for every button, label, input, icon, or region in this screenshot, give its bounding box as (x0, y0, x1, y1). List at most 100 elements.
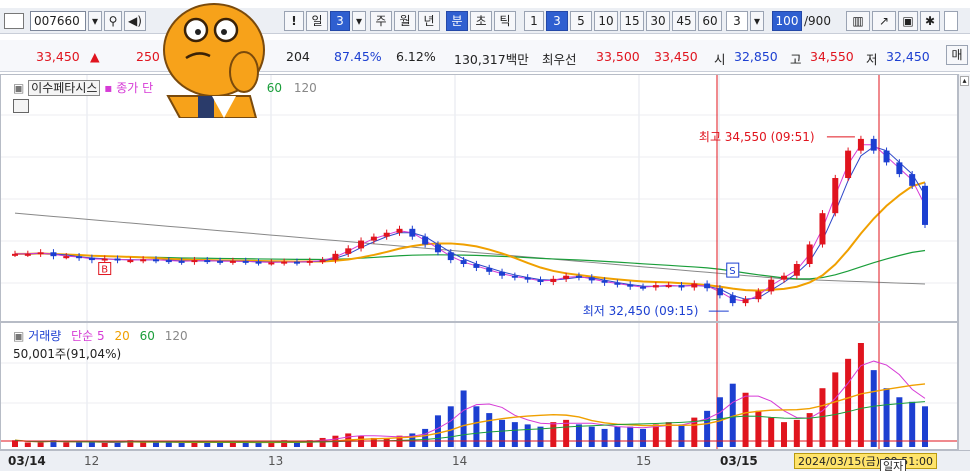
candle-body (781, 275, 788, 280)
volume-bar (742, 392, 749, 447)
volume-bar (191, 442, 198, 447)
candle-body (883, 150, 890, 163)
count-max-label: /900 (804, 14, 831, 28)
candle-body (268, 262, 275, 265)
volume-bar (434, 415, 441, 447)
volume-bar (101, 442, 108, 447)
volume-bar (140, 442, 147, 447)
code-dropdown-icon[interactable]: ▾ (88, 11, 102, 31)
candle-body (434, 244, 441, 253)
candle-body (345, 248, 352, 254)
price-change: 250 (136, 49, 160, 64)
table-icon[interactable] (13, 99, 29, 113)
current-price: 33,450 (36, 49, 80, 64)
x-label-0315: 03/15 (720, 454, 758, 468)
period-day-button[interactable]: 일 (306, 11, 328, 31)
ma120-line (14, 212, 926, 285)
vertical-scrollbar[interactable]: ▴ (958, 74, 970, 450)
candle-body (601, 280, 608, 283)
candle-body (447, 252, 454, 261)
candle-body (575, 275, 582, 278)
candle-body (729, 295, 736, 304)
volume-bar (537, 426, 544, 447)
candle-body (870, 138, 877, 151)
volume-bar (678, 424, 685, 447)
candle-body (524, 277, 531, 280)
interval-dropdown-icon[interactable]: ▾ (750, 11, 764, 31)
volume-bar (845, 358, 852, 447)
interval-45-button[interactable]: 45 (672, 11, 696, 31)
interval-60-button[interactable]: 60 (698, 11, 722, 31)
candle-body (332, 253, 339, 261)
time-axis: 03/14 12 13 14 15 03/15 2024/03/15(금) 09… (0, 450, 970, 471)
price-chart-panel[interactable]: 최고 34,550 (09:51) 최저 32,450 (09:15) B S ▣ 이… (0, 74, 958, 322)
candle-body (537, 279, 544, 282)
candle-body (896, 162, 903, 175)
volume-bar (76, 442, 83, 447)
volume-bar (716, 397, 723, 447)
candle-body (37, 252, 44, 255)
volume-bar (575, 424, 582, 447)
interval-3-button[interactable]: 3 (546, 11, 568, 31)
candle-body (76, 256, 83, 259)
stock-code-input[interactable]: 007660 (30, 11, 86, 31)
best-ask: 33,500 (596, 49, 640, 64)
gear-icon[interactable]: ✱ (920, 11, 940, 31)
trade-button[interactable]: 매 (946, 45, 968, 65)
interval-15-button[interactable]: 15 (620, 11, 644, 31)
drawing-tool-icon[interactable]: ↗ (872, 11, 896, 31)
option-checkbox[interactable] (944, 11, 958, 31)
candle-body (229, 260, 236, 263)
price-chart-svg: 최고 34,550 (09:51) 최저 32,450 (09:15) B S (1, 75, 957, 321)
interval-10-button[interactable]: 10 (594, 11, 618, 31)
volume-bar (37, 442, 44, 447)
interval-1-button[interactable]: 1 (524, 11, 544, 31)
period-month-button[interactable]: 월 (394, 11, 416, 31)
search-icon[interactable]: ⚲ (104, 11, 122, 31)
period-year-button[interactable]: 년 (418, 11, 440, 31)
period-tick-button[interactable]: 틱 (494, 11, 516, 31)
candle-body (819, 213, 826, 245)
candle-body (293, 261, 300, 264)
volume-ma5-line (14, 360, 926, 443)
volume-bar (217, 442, 224, 447)
alert-button[interactable]: ! (284, 11, 304, 31)
period-count-select[interactable]: 3 (330, 11, 350, 31)
interval-input[interactable]: 3 (726, 11, 748, 31)
candle-body (627, 284, 634, 287)
x-label-12: 12 (84, 454, 100, 468)
indicator-icon[interactable]: ▥ (846, 11, 870, 31)
candle-body (12, 253, 18, 256)
ma120-label: 120 (293, 81, 317, 95)
volume-bar (563, 419, 570, 447)
volume-bar (499, 419, 506, 447)
candle-body (165, 260, 172, 263)
period-second-button[interactable]: 초 (470, 11, 492, 31)
candle-body (24, 253, 31, 256)
save-icon[interactable]: ▣ (898, 11, 918, 31)
volume-chart-panel[interactable]: ▣ 거래량 단순 5 20 60 120 50,001주(91,04%) (0, 322, 958, 450)
chart-window: 007660 ▾ ⚲ ◀) ! 일 3 ▾ 주 월 년 분 초 틱 1 3 5 … (0, 0, 970, 471)
trade-amount: 130,317백만 (454, 52, 529, 67)
volume-bar (422, 428, 429, 447)
candle-body (358, 240, 365, 249)
x-label-13: 13 (268, 454, 284, 468)
candle-body (678, 285, 685, 288)
volume-bar (588, 426, 595, 447)
volume-bar (178, 442, 185, 447)
period-minute-button[interactable]: 분 (446, 11, 468, 31)
volume-bar (550, 422, 557, 447)
scroll-up-icon[interactable]: ▴ (960, 76, 969, 86)
interval-5-button[interactable]: 5 (570, 11, 592, 31)
volume-bar (165, 442, 172, 447)
period-week-button[interactable]: 주 (370, 11, 392, 31)
ratio-2: 6.12% (396, 49, 436, 64)
candle-body (306, 260, 313, 263)
volume-bar (152, 442, 159, 447)
sound-icon[interactable]: ◀) (124, 11, 146, 31)
period-dropdown-icon[interactable]: ▾ (352, 11, 366, 31)
open-price: 32,850 (734, 49, 778, 64)
count-input[interactable]: 100 (772, 11, 802, 31)
interval-30-button[interactable]: 30 (646, 11, 670, 31)
candle-body (50, 252, 57, 257)
